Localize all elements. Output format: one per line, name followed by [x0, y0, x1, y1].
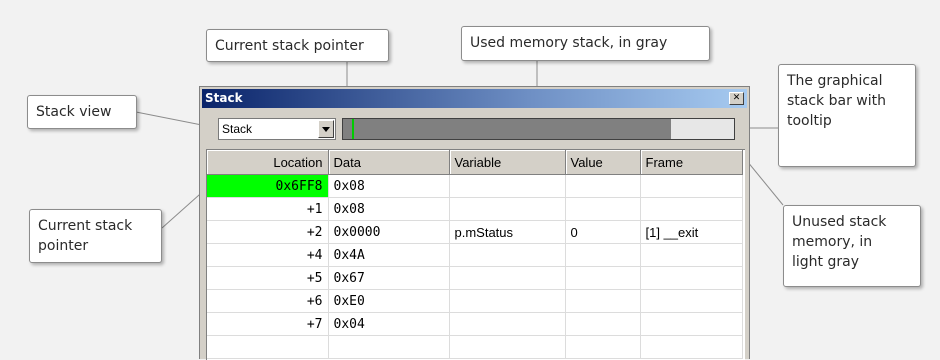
stack-window: Stack ✕ Stack Location Data Variable Val…	[199, 86, 750, 360]
window-title: Stack	[205, 91, 243, 105]
table-row[interactable]: +7 0x04	[207, 312, 743, 336]
callout-unused-stack-memory: Unused stack memory, in light gray	[783, 205, 921, 287]
frame-cell	[640, 335, 743, 359]
callout-used-memory-stack: Used memory stack, in gray	[461, 26, 710, 61]
callout-current-stack-pointer: Current stack pointer	[206, 29, 389, 62]
stack-table: Location Data Variable Value Frame 0x6FF…	[207, 150, 743, 359]
data-cell: 0x0000	[328, 220, 450, 244]
close-icon[interactable]: ✕	[729, 92, 744, 105]
chevron-down-icon[interactable]	[318, 120, 334, 138]
location-cell: +4	[207, 243, 329, 267]
value-cell	[565, 335, 641, 359]
location-cell: +7	[207, 312, 329, 336]
variable-cell	[449, 174, 566, 198]
data-cell: 0x4A	[328, 243, 450, 267]
table-row[interactable]: +1 0x08	[207, 197, 743, 221]
value-cell	[565, 266, 641, 290]
location-cell: +5	[207, 266, 329, 290]
data-cell: 0x04	[328, 312, 450, 336]
location-cell	[207, 335, 329, 359]
stack-view-dropdown[interactable]: Stack	[218, 118, 336, 140]
table-row[interactable]: +6 0xE0	[207, 289, 743, 313]
variable-cell	[449, 197, 566, 221]
callout-current-stack-pointer-left: Current stack pointer	[29, 209, 162, 263]
value-cell: 0	[565, 220, 641, 244]
table-row[interactable]: +2 0x0000 p.mStatus 0 [1] __exit	[207, 220, 743, 244]
value-cell	[565, 312, 641, 336]
value-cell	[565, 197, 641, 221]
value-cell	[565, 174, 641, 198]
data-cell	[328, 335, 450, 359]
data-cell: 0x08	[328, 174, 450, 198]
variable-cell	[449, 289, 566, 313]
frame-cell	[640, 312, 743, 336]
table-row[interactable]: +4 0x4A	[207, 243, 743, 267]
frame-cell	[640, 197, 743, 221]
column-header-frame[interactable]: Frame	[640, 150, 743, 175]
current-stack-pointer-marker	[352, 119, 354, 139]
data-cell: 0xE0	[328, 289, 450, 313]
variable-cell	[449, 266, 566, 290]
table-row[interactable]: 0x6FF8 0x08	[207, 174, 743, 198]
location-cell: +6	[207, 289, 329, 313]
variable-cell: p.mStatus	[449, 220, 566, 244]
location-cell: +1	[207, 197, 329, 221]
frame-cell	[640, 266, 743, 290]
graphical-stack-bar[interactable]	[342, 118, 735, 140]
data-cell: 0x08	[328, 197, 450, 221]
column-header-location[interactable]: Location	[207, 150, 329, 175]
frame-cell	[640, 289, 743, 313]
variable-cell	[449, 312, 566, 336]
frame-cell	[640, 243, 743, 267]
location-cell: 0x6FF8	[207, 174, 329, 198]
frame-cell	[640, 174, 743, 198]
stack-table-container[interactable]: Location Data Variable Value Frame 0x6FF…	[206, 149, 745, 360]
window-titlebar[interactable]: Stack ✕	[202, 89, 747, 108]
used-stack-memory-bar	[343, 119, 672, 139]
column-header-value[interactable]: Value	[565, 150, 641, 175]
location-cell: +2	[207, 220, 329, 244]
variable-cell	[449, 335, 566, 359]
value-cell	[565, 243, 641, 267]
callout-graphical-stack-bar: The graphical stack bar with tooltip	[778, 64, 916, 167]
table-row[interactable]	[207, 335, 743, 359]
table-row[interactable]: +5 0x67	[207, 266, 743, 290]
callout-stack-view: Stack view	[27, 95, 137, 129]
column-header-data[interactable]: Data	[328, 150, 450, 175]
column-header-variable[interactable]: Variable	[449, 150, 566, 175]
variable-cell	[449, 243, 566, 267]
stack-view-dropdown-value: Stack	[222, 122, 253, 136]
data-cell: 0x67	[328, 266, 450, 290]
frame-cell: [1] __exit	[640, 220, 743, 244]
table-header-row: Location Data Variable Value Frame	[207, 150, 743, 175]
value-cell	[565, 289, 641, 313]
